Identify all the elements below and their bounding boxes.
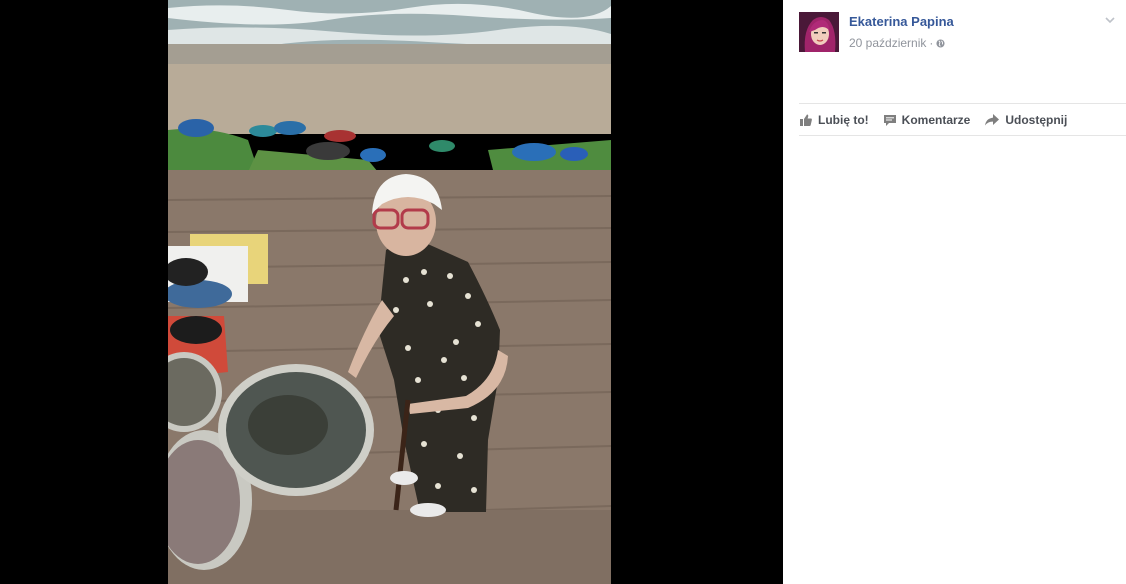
avatar[interactable]	[799, 12, 839, 52]
avatar-image	[799, 12, 839, 52]
chevron-down-icon[interactable]	[1104, 14, 1116, 26]
author-name[interactable]: Ekaterina Papina	[849, 14, 954, 29]
share-arrow-icon	[985, 113, 1000, 125]
comment-label: Komentarze	[901, 112, 971, 127]
post-date[interactable]: 20 październik	[849, 36, 926, 50]
like-label: Lubię to!	[818, 112, 869, 127]
post-meta: 20 październik ·	[849, 36, 945, 50]
meta-separator: ·	[929, 36, 934, 50]
comment-button[interactable]: Komentarze	[883, 112, 971, 127]
comment-bubble-icon	[883, 114, 896, 126]
share-button[interactable]: Udostępnij	[984, 113, 1067, 127]
post-photo[interactable]	[168, 0, 611, 584]
like-button[interactable]: Lubię to!	[799, 113, 869, 127]
thumbs-up-icon	[800, 114, 812, 126]
post-actions-bar: Lubię to! Komentarze Udostępnij	[799, 103, 1126, 136]
post-header: Ekaterina Papina 20 październik ·	[799, 12, 1118, 56]
photo-image	[168, 0, 611, 584]
share-label: Udostępnij	[1005, 112, 1068, 127]
globe-icon[interactable]	[936, 39, 945, 48]
post-sidebar: Ekaterina Papina 20 październik · Lubię t…	[783, 0, 1126, 584]
